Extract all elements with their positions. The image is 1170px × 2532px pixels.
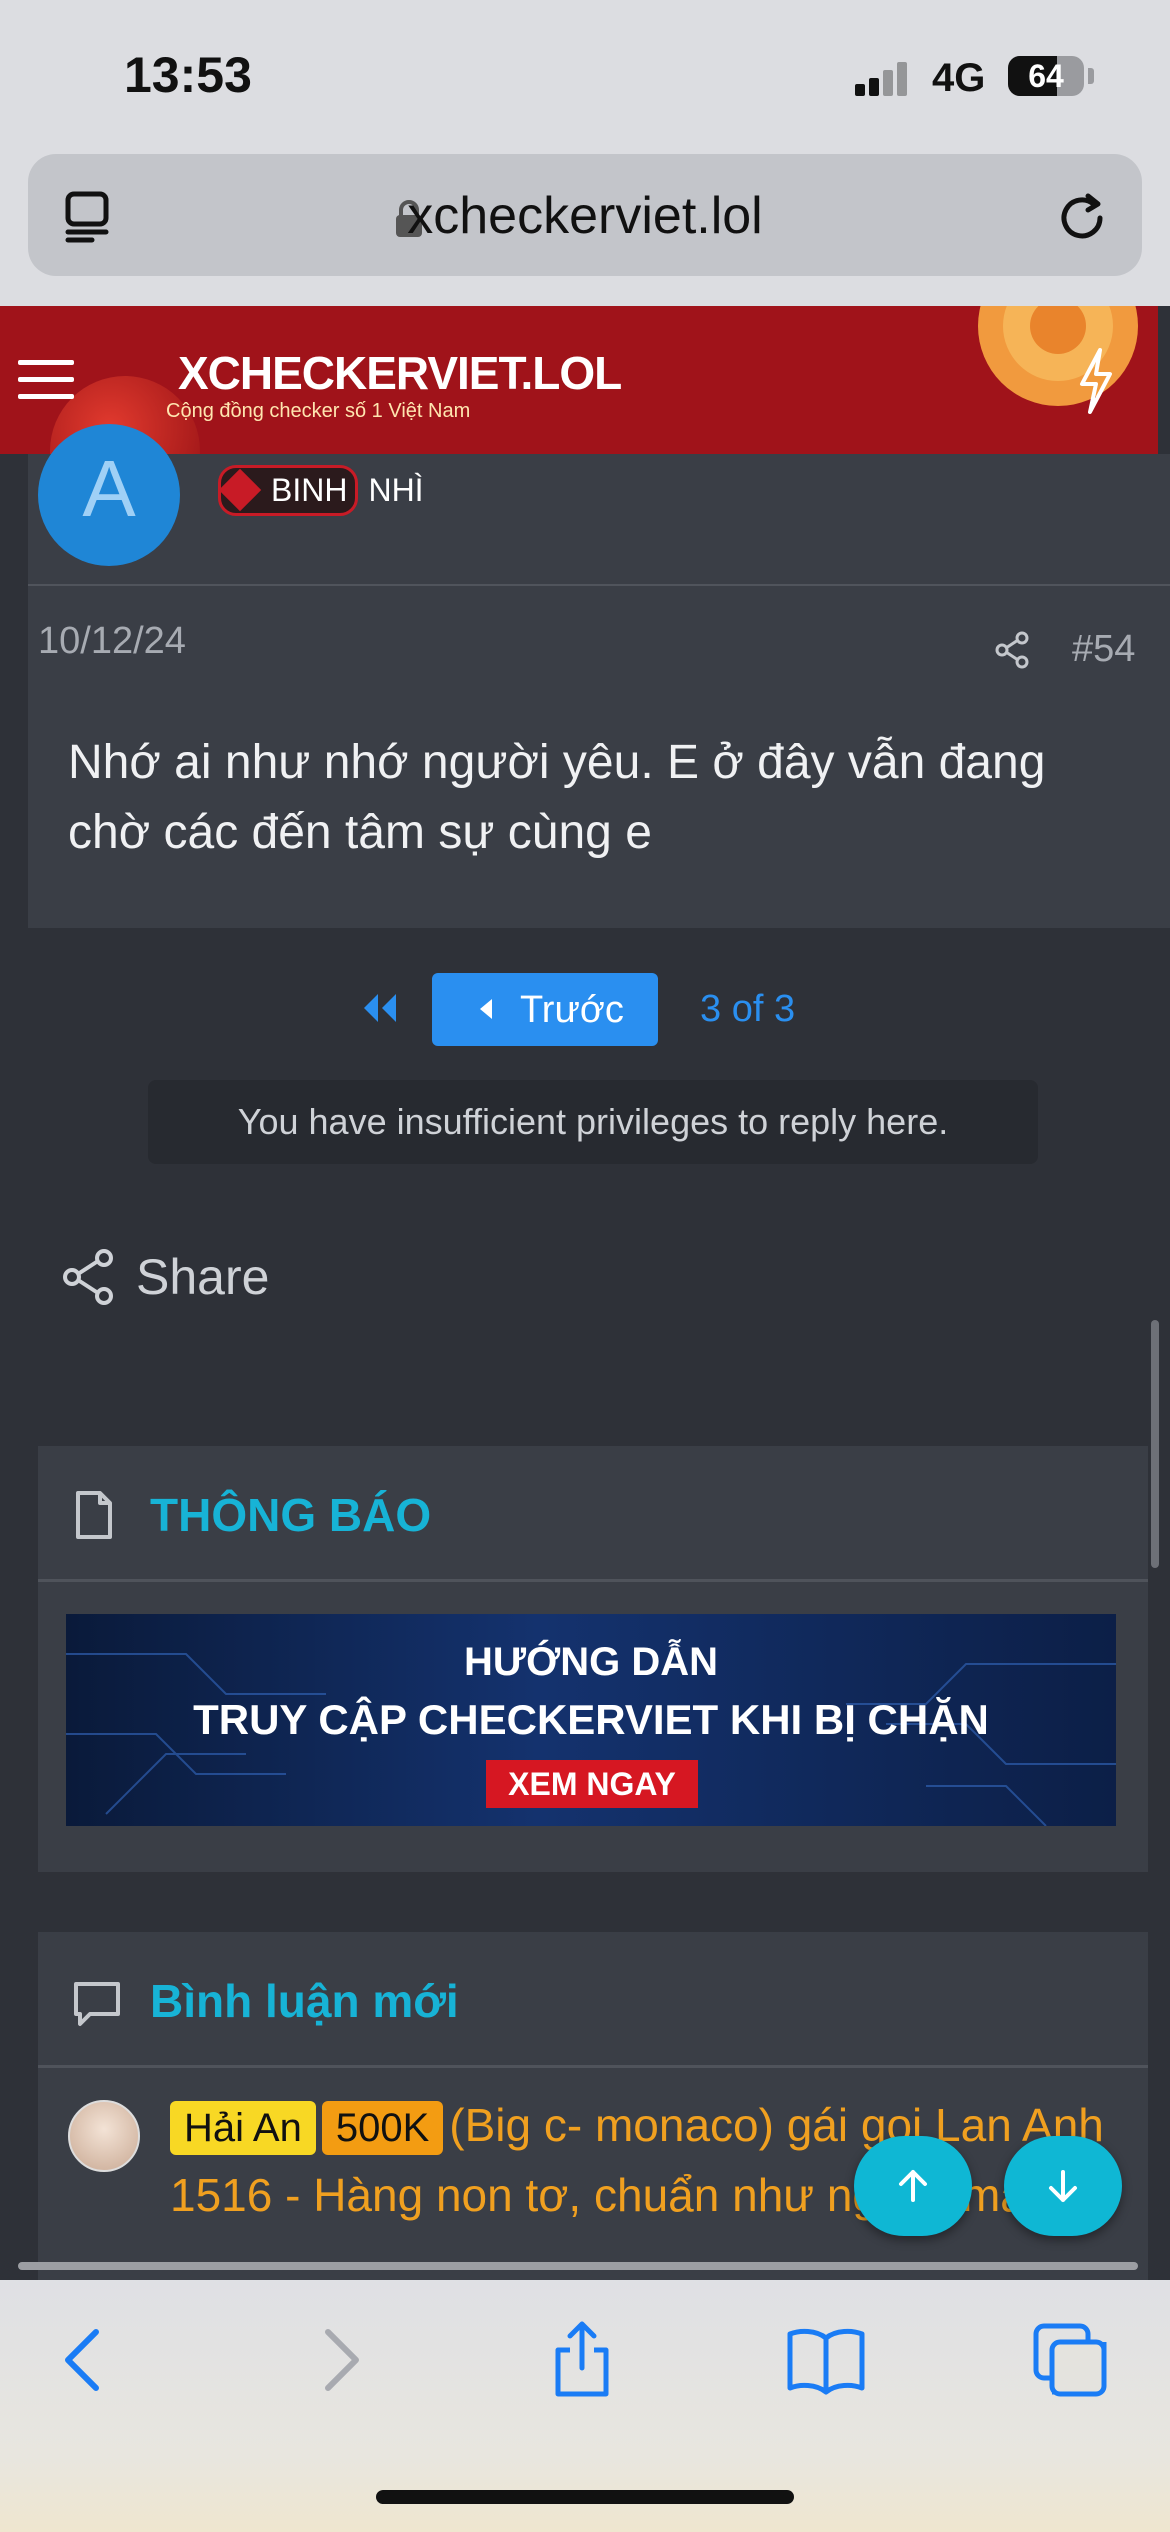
- widget-header: Bình luận mới: [38, 1932, 1148, 2068]
- widget-title[interactable]: THÔNG BÁO: [150, 1488, 431, 1542]
- comment-text[interactable]: Hải An 500K (Big c- monaco) gái gọi Lan An…: [170, 2090, 1130, 2230]
- reply-notice: You have insufficient privileges to repl…: [148, 1080, 1038, 1164]
- post-divider: [28, 584, 1170, 586]
- banner-line-1: HƯỚNG DẪN: [464, 1640, 718, 1684]
- back-icon[interactable]: [46, 2320, 126, 2400]
- horizontal-scroll-indicator: [18, 2262, 1138, 2270]
- share-icon: [63, 1249, 113, 1305]
- avatar[interactable]: A: [38, 424, 180, 566]
- widget-header: THÔNG BÁO: [38, 1446, 1148, 1582]
- site-header: XCHECKERVIET.LOL Cộng đồng checker số 1 …: [0, 306, 1158, 454]
- chat-icon: [74, 1982, 120, 2026]
- post-body: Nhớ ai như nhớ người yêu. E ở đây vẫn đa…: [68, 736, 1046, 859]
- home-indicator: [376, 2490, 794, 2504]
- share-label: Share: [136, 1249, 270, 1305]
- status-time: 13:53: [124, 47, 252, 103]
- battery-level: 64: [1028, 58, 1064, 94]
- first-page-icon[interactable]: [358, 990, 402, 1026]
- arrow-up-icon: [899, 2170, 927, 2202]
- post-number[interactable]: #54: [1072, 628, 1135, 671]
- announcement-banner[interactable]: HƯỚNG DẪN TRUY CẬP CHECKERVIET KHI BỊ CH…: [66, 1614, 1116, 1826]
- share-sheet-icon[interactable]: [542, 2320, 622, 2400]
- arrow-down-icon: [1049, 2170, 1077, 2202]
- scrollbar[interactable]: [1151, 1320, 1159, 1568]
- share-icon[interactable]: [992, 630, 1032, 670]
- tag-label: 500K: [321, 2101, 444, 2155]
- browser-address-area: xcheckerviet.lol: [0, 150, 1170, 306]
- user-rank: BINH NHÌ: [218, 460, 424, 520]
- widget-title[interactable]: Bình luận mới: [150, 1974, 459, 2028]
- banner-line-2: TRUY CẬP CHECKERVIET KHI BỊ CHẶN: [193, 1696, 989, 1743]
- document-icon: [76, 1491, 112, 1539]
- battery-icon: 64: [1008, 56, 1084, 96]
- prev-page-button[interactable]: Trước: [432, 973, 658, 1046]
- chevron-left-icon: [480, 999, 492, 1019]
- signal-icon: [855, 60, 915, 96]
- site-tagline: Cộng đồng checker số 1 Việt Nam: [166, 400, 471, 422]
- share-button[interactable]: Share: [62, 1244, 269, 1310]
- forward-icon[interactable]: [298, 2320, 378, 2400]
- address-bar[interactable]: xcheckerviet.lol: [28, 154, 1142, 276]
- scroll-bottom-button[interactable]: [1004, 2136, 1122, 2236]
- tag-label: Hải An: [170, 2101, 316, 2155]
- bolt-icon[interactable]: [1076, 348, 1116, 414]
- flower-decoration: [978, 306, 1138, 406]
- rank-text: NHÌ: [368, 471, 424, 508]
- banner-cta[interactable]: XEM NGAY: [486, 1760, 698, 1808]
- hamburger-icon[interactable]: [18, 360, 74, 400]
- page-indicator[interactable]: 3 of 3: [700, 988, 795, 1031]
- post: A BINH NHÌ 10/12/24 #54 Nhớ ai như nhớ n…: [28, 424, 1170, 928]
- prev-page-label: Trước: [520, 989, 624, 1031]
- status-bar: 13:53 4G 64: [0, 0, 1170, 150]
- network-type: 4G: [932, 56, 986, 100]
- scroll-top-button[interactable]: [854, 2136, 972, 2236]
- battery-tip: [1088, 68, 1094, 84]
- avatar[interactable]: [68, 2100, 140, 2172]
- post-date[interactable]: 10/12/24: [38, 620, 186, 663]
- rank-badge: BINH: [218, 464, 359, 516]
- announcements-widget: THÔNG BÁO HƯỚNG DẪN TRUY CẬP CHECKERVIET…: [38, 1446, 1148, 1872]
- tabs-icon[interactable]: [1030, 2320, 1110, 2400]
- reload-icon[interactable]: [1052, 188, 1112, 248]
- url-domain: xcheckerviet.lol: [407, 187, 763, 245]
- bookmarks-icon[interactable]: [786, 2320, 866, 2400]
- site-logo[interactable]: XCHECKERVIET.LOL: [178, 346, 622, 400]
